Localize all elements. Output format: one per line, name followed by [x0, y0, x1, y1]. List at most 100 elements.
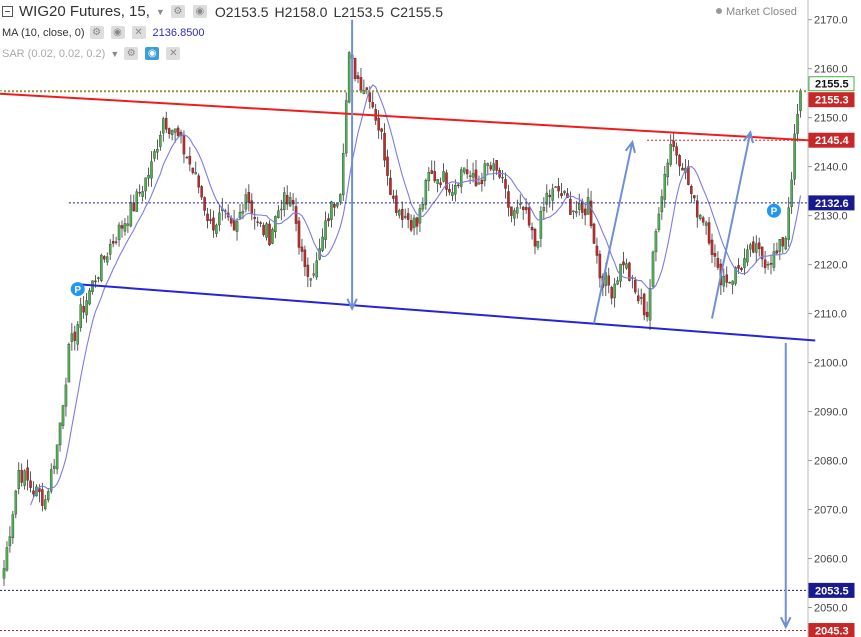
- chart-header: WIG20 Futures, 15, ▼ ⚙ ◉ O2153.5 H2158.0…: [2, 3, 443, 20]
- candle-body: [622, 261, 625, 266]
- projection-arrow: [711, 132, 752, 319]
- candle-body: [415, 217, 419, 227]
- candle-body: [347, 52, 351, 103]
- candle-body: [398, 210, 401, 216]
- candle-body: [268, 223, 271, 246]
- candle-body: [111, 241, 115, 244]
- candle-body: [634, 279, 637, 293]
- candle-body: [280, 208, 283, 211]
- y-tick-label: 2070.0: [814, 505, 848, 517]
- candle-body: [454, 185, 457, 195]
- collapse-icon[interactable]: [2, 6, 13, 17]
- candle-body: [445, 172, 448, 190]
- candle-body: [188, 156, 192, 165]
- close-icon[interactable]: ✕: [131, 26, 146, 39]
- candle-body: [386, 156, 389, 176]
- candle-body: [291, 199, 295, 205]
- candle-body: [250, 200, 254, 215]
- sar-marker-glyph: P: [74, 285, 81, 296]
- candle-body: [156, 149, 159, 153]
- candle-body: [2, 568, 6, 579]
- settings-icon[interactable]: ⚙: [89, 26, 104, 39]
- candle-body: [743, 258, 746, 268]
- candle-body: [106, 256, 109, 263]
- candle-body: [395, 195, 398, 213]
- candle-body: [548, 194, 552, 198]
- candle-body: [507, 191, 510, 208]
- candle-body: [5, 547, 9, 571]
- ma-value: 2136.8500: [152, 26, 205, 39]
- candle-body: [82, 306, 85, 313]
- y-tick-label: 2130.0: [814, 211, 848, 223]
- candle-body: [339, 194, 342, 202]
- candle-body: [557, 186, 560, 192]
- candle-body: [315, 260, 318, 278]
- eye-icon[interactable]: ◉: [145, 47, 160, 60]
- candle-body: [306, 264, 310, 277]
- resistance-trendline: [0, 92, 816, 142]
- price-chart[interactable]: 2050.0 2060.0 2070.0 2080.0 2090.0 2100.0 2110…: [0, 0, 861, 637]
- candle-body: [681, 167, 684, 171]
- candle-body: [778, 239, 782, 252]
- candle-body: [32, 490, 35, 495]
- candle-body: [64, 384, 68, 407]
- candle-body: [108, 243, 112, 255]
- candle-body: [749, 244, 752, 250]
- candle-body: [678, 155, 681, 167]
- candle-body: [215, 224, 218, 234]
- candle-body: [330, 201, 333, 220]
- candle-body: [533, 229, 537, 247]
- candle-body: [654, 231, 658, 253]
- candle-body: [462, 167, 466, 173]
- candle-body: [218, 212, 221, 226]
- price-badge-label: 2155.5: [815, 79, 849, 91]
- market-status-text: Market Closed: [726, 6, 797, 18]
- candle-body: [256, 221, 259, 223]
- candle-body: [247, 192, 251, 203]
- candle-body: [583, 208, 587, 216]
- candle-body: [262, 224, 265, 236]
- candle-body: [244, 194, 248, 210]
- settings-icon[interactable]: ⚙: [170, 5, 185, 18]
- chevron-down-icon[interactable]: ▼: [156, 7, 165, 17]
- candle-body: [265, 223, 268, 238]
- sar-label[interactable]: SAR (0.02, 0.02, 0.2): [2, 48, 105, 60]
- candle-body: [666, 162, 670, 178]
- candle-body: [85, 300, 88, 316]
- candle-body: [710, 239, 714, 255]
- chevron-down-icon[interactable]: ▼: [110, 49, 119, 59]
- candle-body: [427, 172, 431, 182]
- candle-body: [371, 102, 374, 108]
- hide-icon[interactable]: ◉: [192, 5, 207, 18]
- candle-body: [421, 203, 425, 210]
- candle-body: [442, 171, 445, 182]
- y-tick-label: 2050.0: [814, 603, 848, 615]
- candle-body: [47, 491, 50, 501]
- candle-body: [598, 253, 602, 279]
- symbol-title[interactable]: WIG20 Futures, 15,: [19, 3, 150, 20]
- chart-area[interactable]: 2050.0 2060.0 2070.0 2080.0 2090.0 2100.0 2110…: [0, 0, 861, 637]
- candle-body: [103, 256, 106, 260]
- candle-body: [510, 206, 513, 216]
- candle-body: [197, 175, 200, 188]
- candle-body: [642, 293, 646, 316]
- hide-icon[interactable]: ◉: [110, 26, 125, 39]
- candle-body: [409, 220, 413, 231]
- close-icon[interactable]: ✕: [166, 47, 181, 60]
- settings-icon[interactable]: ⚙: [124, 47, 139, 60]
- candle-body: [182, 134, 186, 155]
- candle-body: [521, 206, 525, 211]
- ma-label[interactable]: MA (10, close, 0): [2, 27, 85, 39]
- candle-body: [575, 211, 578, 214]
- candle-body: [610, 287, 613, 299]
- candle-body: [159, 135, 162, 147]
- sar-marker-glyph: P: [771, 207, 778, 218]
- candle-body: [651, 251, 655, 287]
- candle-body: [321, 236, 324, 251]
- price-badge-label: 2045.3: [815, 626, 849, 637]
- candle-body: [356, 75, 360, 79]
- candle-body: [55, 444, 59, 470]
- y-tick-label: 2170.0: [814, 15, 848, 27]
- y-tick-label: 2150.0: [814, 113, 848, 125]
- candle-body: [61, 405, 65, 426]
